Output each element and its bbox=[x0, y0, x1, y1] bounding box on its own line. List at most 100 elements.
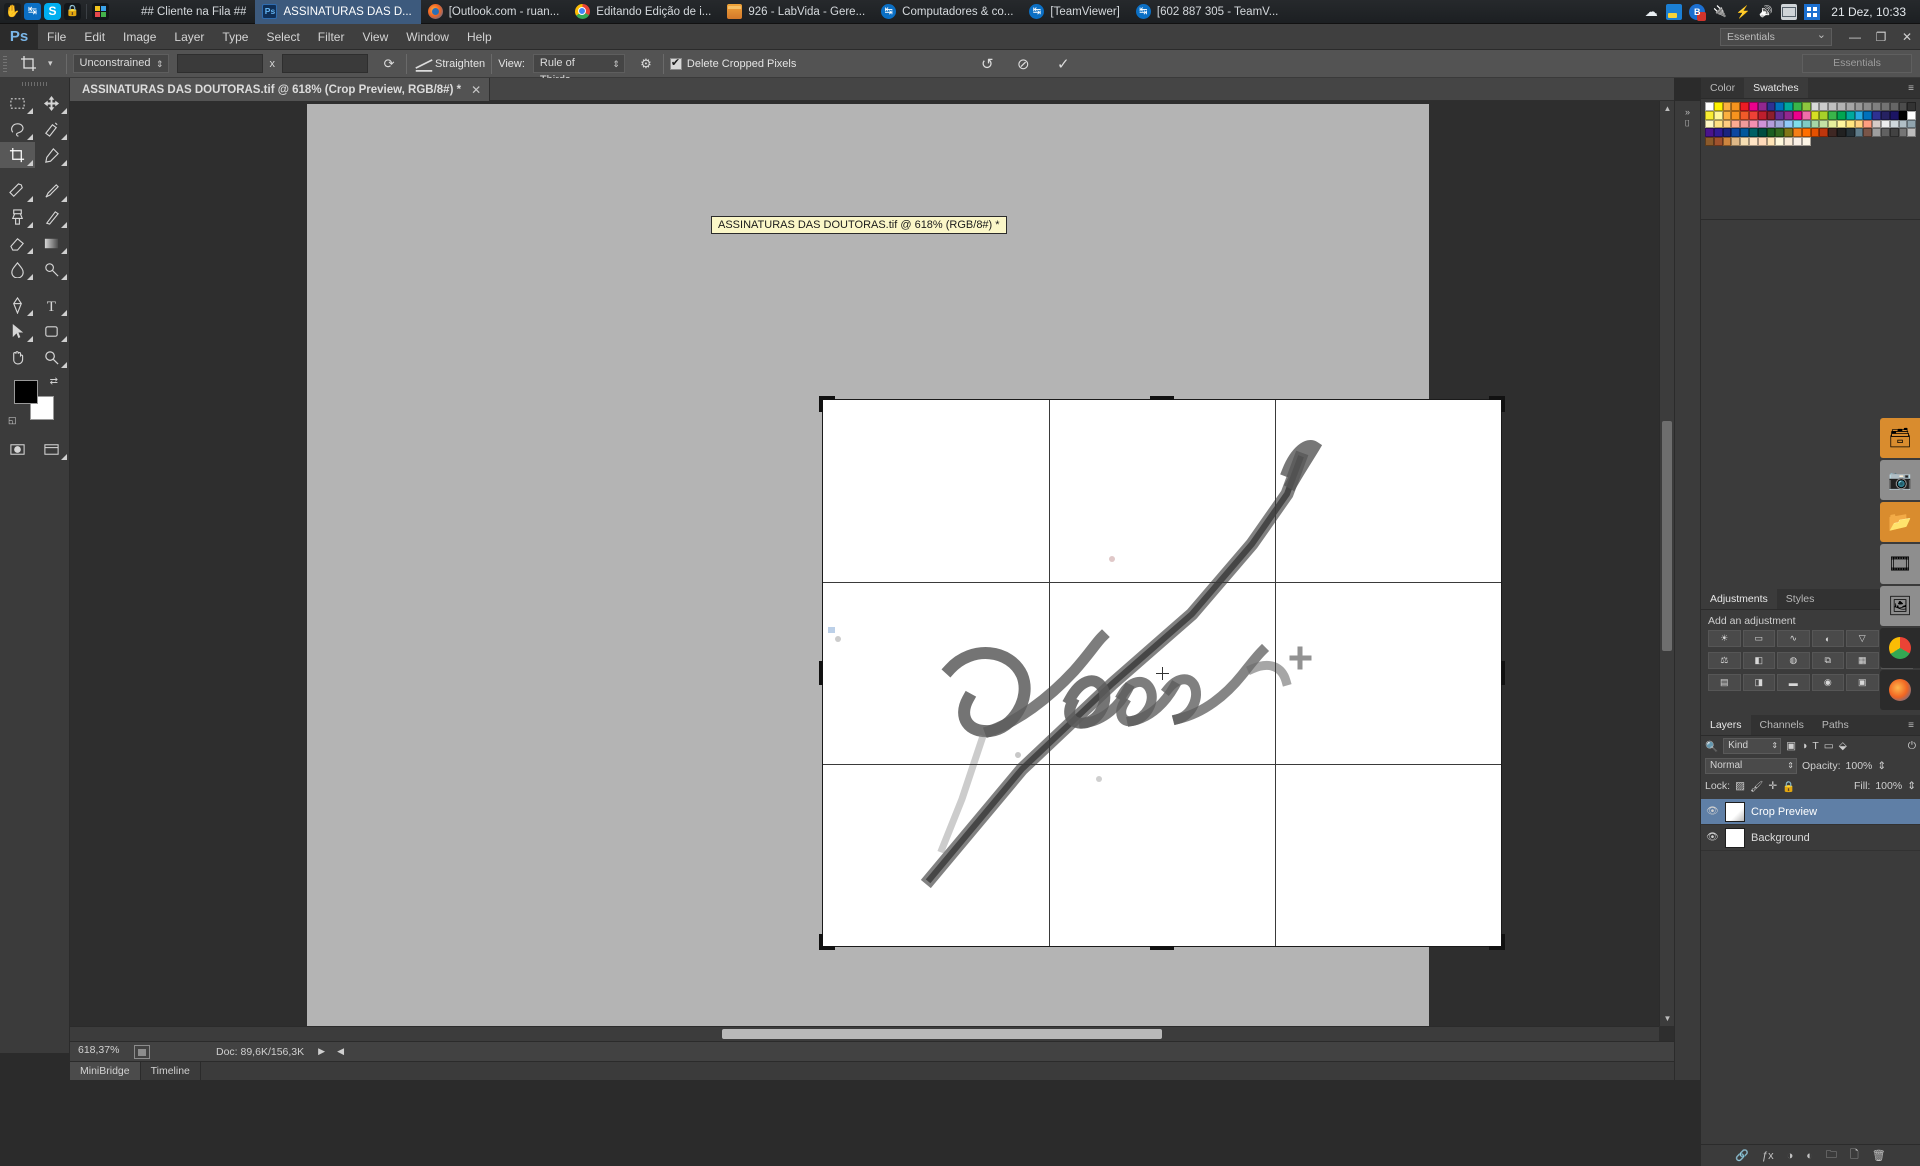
layers-filter-kind-select[interactable]: Kind bbox=[1723, 738, 1782, 754]
swatch-92[interactable] bbox=[1880, 128, 1890, 138]
filter-smart-icon[interactable]: ⬙ bbox=[1839, 740, 1847, 752]
crop-handle-top-left[interactable] bbox=[819, 396, 835, 412]
tiles-icon[interactable] bbox=[92, 3, 109, 20]
swatch-69[interactable] bbox=[1889, 119, 1899, 129]
fill-stepper-icon[interactable]: ⇕ bbox=[1907, 780, 1916, 792]
minimize-button[interactable]: — bbox=[1842, 27, 1868, 47]
camera-raw-icon[interactable]: 🎞 bbox=[1880, 544, 1920, 584]
swatch-85[interactable] bbox=[1819, 128, 1829, 138]
swatch-56[interactable] bbox=[1775, 119, 1785, 129]
photo-filter-icon[interactable]: ◍ bbox=[1777, 652, 1810, 669]
brush-tool[interactable] bbox=[35, 178, 70, 204]
swatch-75[interactable] bbox=[1731, 128, 1741, 138]
swatch-2[interactable] bbox=[1722, 102, 1732, 111]
horizontal-scroll-thumb[interactable] bbox=[722, 1029, 1162, 1039]
swatch-37[interactable] bbox=[1819, 110, 1829, 120]
lasso-tool[interactable] bbox=[0, 116, 35, 142]
filter-search-icon[interactable]: 🔍 bbox=[1705, 740, 1718, 753]
scroll-up-icon[interactable]: ▲ bbox=[1660, 101, 1674, 116]
swatch-61[interactable] bbox=[1819, 119, 1829, 129]
black-white-icon[interactable]: ◧ bbox=[1742, 652, 1775, 669]
swatch-49[interactable] bbox=[1713, 119, 1723, 129]
taskbar-item-teamviewer-session[interactable]: [602 887 305 - TeamV... bbox=[1129, 0, 1287, 24]
swatch-47[interactable] bbox=[1907, 110, 1917, 120]
swatch-58[interactable] bbox=[1792, 119, 1802, 129]
plug-icon[interactable] bbox=[1712, 4, 1728, 20]
blend-mode-select[interactable]: Normal bbox=[1705, 758, 1797, 774]
taskbar-item-editando[interactable]: Editando Edição de i... bbox=[568, 0, 720, 24]
checkbox-checked-icon[interactable] bbox=[669, 56, 682, 70]
swatch-39[interactable] bbox=[1836, 110, 1846, 120]
swatch-66[interactable] bbox=[1863, 119, 1873, 129]
menu-edit[interactable]: Edit bbox=[75, 24, 114, 50]
swatch-19[interactable] bbox=[1872, 102, 1881, 111]
crop-ratio-select[interactable]: Unconstrained bbox=[72, 54, 169, 73]
layers-panel-footer[interactable]: 🔗 ƒx ◑ ◐ 🗀 🗋 🗑 bbox=[1701, 1144, 1920, 1166]
crop-handle-top[interactable] bbox=[1150, 396, 1174, 400]
eye-icon[interactable]: 👁 bbox=[1706, 831, 1719, 844]
swatch-22[interactable] bbox=[1898, 102, 1908, 111]
vertical-scroll-thumb[interactable] bbox=[1662, 421, 1672, 651]
swatch-6[interactable] bbox=[1757, 102, 1767, 111]
layer-item-crop-preview[interactable]: 👁 Crop Preview bbox=[1701, 799, 1920, 825]
swatch-105[interactable] bbox=[1784, 137, 1793, 146]
swatch-65[interactable] bbox=[1854, 119, 1864, 129]
swatch-106[interactable] bbox=[1792, 137, 1802, 146]
swatch-43[interactable] bbox=[1872, 110, 1881, 120]
swatch-30[interactable] bbox=[1757, 110, 1767, 120]
panel-menu-icon[interactable]: ≡ bbox=[1902, 78, 1920, 98]
swatch-45[interactable] bbox=[1889, 110, 1899, 120]
link-icon[interactable]: 🔗 bbox=[1735, 1149, 1749, 1162]
swatch-9[interactable] bbox=[1784, 102, 1793, 111]
cloud-icon[interactable] bbox=[1643, 4, 1659, 20]
swatch-104[interactable] bbox=[1775, 137, 1785, 146]
camera-icon[interactable]: 📷 bbox=[1880, 460, 1920, 500]
swatch-59[interactable] bbox=[1801, 119, 1811, 129]
pen-tool[interactable] bbox=[0, 292, 35, 318]
monitor-icon[interactable] bbox=[1666, 3, 1683, 20]
straighten-icon[interactable] bbox=[413, 53, 435, 75]
document-tab-bar[interactable]: ASSINATURAS DAS DOUTORAS.tif @ 618% (Cro… bbox=[70, 78, 1674, 101]
filter-type-icon[interactable]: T bbox=[1812, 740, 1818, 752]
dock-collapse-strip[interactable]: » ⌷ bbox=[1674, 101, 1700, 1080]
swatch-29[interactable] bbox=[1748, 110, 1758, 120]
filter-toggle-icon[interactable]: ⏻ bbox=[1908, 740, 1916, 753]
tab-minibridge[interactable]: MiniBridge bbox=[70, 1062, 141, 1080]
layer-item-background[interactable]: 👁 Background bbox=[1701, 825, 1920, 851]
swatch-94[interactable] bbox=[1898, 128, 1908, 138]
bluetooth-disabled-icon[interactable] bbox=[1689, 3, 1707, 21]
swatch-3[interactable] bbox=[1731, 102, 1741, 111]
restore-button[interactable]: ❐ bbox=[1868, 27, 1894, 47]
levels-icon[interactable]: ▭ bbox=[1742, 630, 1775, 647]
cancel-crop-icon[interactable]: ⊘ bbox=[1012, 53, 1034, 75]
swatch-50[interactable] bbox=[1722, 119, 1732, 129]
swatch-1[interactable] bbox=[1713, 102, 1723, 111]
spot-heal-tool[interactable] bbox=[0, 178, 35, 204]
channel-mixer-icon[interactable]: ⧉ bbox=[1811, 652, 1844, 669]
tab-styles[interactable]: Styles bbox=[1777, 589, 1824, 609]
gradient-tool[interactable] bbox=[35, 230, 70, 256]
status-menu-arrow-icon[interactable]: ▶ bbox=[318, 1046, 325, 1057]
crop-selection-overlay[interactable] bbox=[819, 396, 1505, 950]
lock-position-icon[interactable]: ✛ bbox=[1768, 780, 1777, 792]
swatch-42[interactable] bbox=[1863, 110, 1873, 120]
swatch-64[interactable] bbox=[1845, 119, 1855, 129]
swatch-67[interactable] bbox=[1872, 119, 1881, 129]
swatch-55[interactable] bbox=[1766, 119, 1776, 129]
system-tray[interactable]: 21 Dez, 10:33 bbox=[1643, 3, 1920, 21]
delete-icon[interactable]: 🗑 bbox=[1872, 1149, 1886, 1162]
swatch-33[interactable] bbox=[1784, 110, 1793, 120]
swatch-27[interactable] bbox=[1731, 110, 1741, 120]
swatch-15[interactable] bbox=[1836, 102, 1846, 111]
swatch-16[interactable] bbox=[1845, 102, 1855, 111]
swatch-84[interactable] bbox=[1810, 128, 1820, 138]
photo-icon[interactable]: 🖼 bbox=[1880, 586, 1920, 626]
swatch-86[interactable] bbox=[1828, 128, 1837, 138]
swatch-35[interactable] bbox=[1801, 110, 1811, 120]
swatch-89[interactable] bbox=[1854, 128, 1864, 138]
swatch-32[interactable] bbox=[1775, 110, 1785, 120]
foreground-color-swatch[interactable] bbox=[14, 380, 38, 404]
crop-handle-left[interactable] bbox=[819, 661, 823, 685]
swatch-23[interactable] bbox=[1907, 102, 1917, 111]
swatch-48[interactable] bbox=[1705, 119, 1714, 129]
